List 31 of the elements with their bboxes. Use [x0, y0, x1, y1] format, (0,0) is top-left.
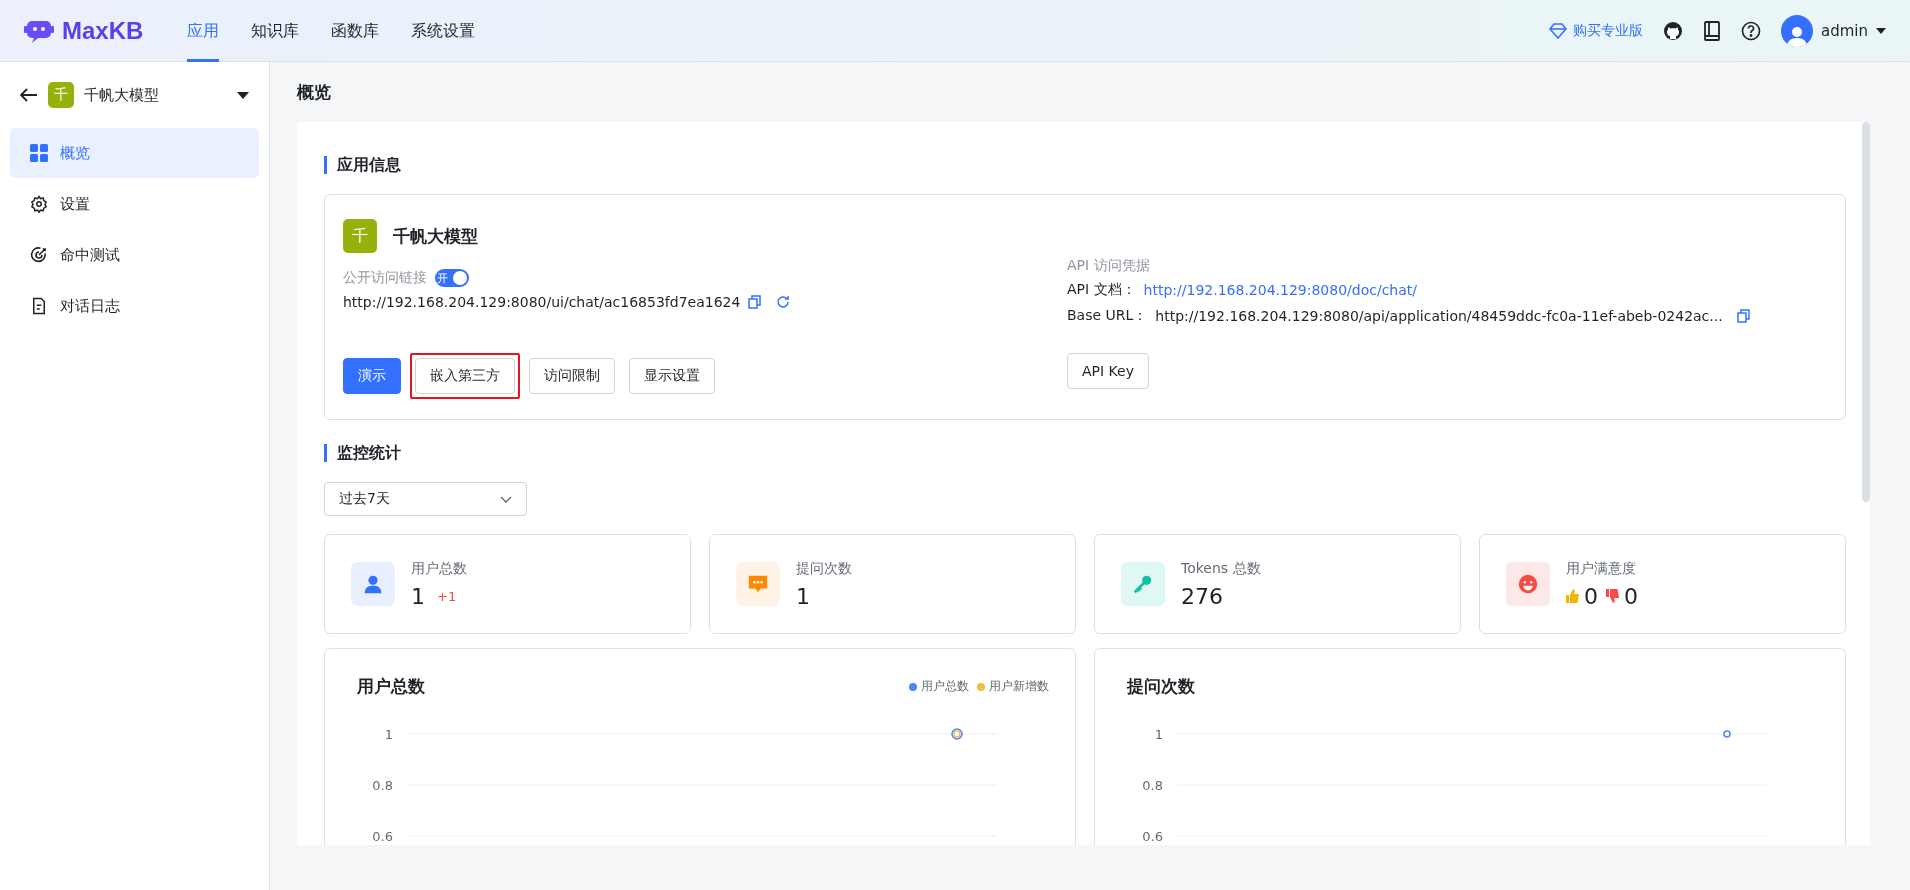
section-title: 应用信息: [324, 156, 1846, 174]
app-avatar: 千: [48, 82, 74, 108]
axis-tick-label: 0.8: [1142, 778, 1163, 793]
section-title: 监控统计: [324, 444, 1846, 462]
stat-value: 0: [1624, 583, 1638, 609]
axis-tick-label: 1: [1154, 727, 1163, 742]
field-label: API 文档：: [1067, 281, 1136, 299]
app-avatar: 千: [343, 219, 377, 253]
field-label: 公开访问链接: [343, 269, 427, 287]
stat-delta: +1: [437, 588, 457, 604]
axis-tick-label: 0.8: [372, 778, 393, 793]
logo-text: MaxKB: [62, 16, 144, 45]
app-name: 千帆大模型: [393, 224, 478, 248]
chat-url: http://192.168.204.129:8080/ui/chat/ac16853fd7ea1624: [343, 294, 741, 310]
stat-value: 1: [796, 583, 810, 609]
stat-label: 用户满意度: [1566, 559, 1637, 578]
chart-title: 提问次数: [1127, 675, 1195, 698]
axis-tick-label: 0.6: [372, 829, 393, 844]
stat-value: 276: [1181, 583, 1223, 609]
stat-value: 0: [1584, 583, 1598, 609]
page-title: 概览: [297, 80, 331, 104]
stat-label: Tokens 总数: [1181, 559, 1261, 578]
stat-label: 用户总数: [411, 559, 467, 578]
axis-tick-label: 1: [384, 727, 393, 742]
chart-title: 用户总数: [357, 675, 425, 698]
axis-tick-label: 0.6: [1142, 829, 1163, 844]
stat-value: 1: [411, 583, 425, 609]
stat-label: 提问次数: [796, 559, 852, 578]
field-label: API 访问凭据: [1067, 257, 1150, 275]
base-url: http://192.168.204.129:8080/api/application/48459ddc-fc0a-11ef-abeb-0242ac...: [1155, 308, 1723, 324]
field-label: Base URL：: [1067, 307, 1148, 325]
